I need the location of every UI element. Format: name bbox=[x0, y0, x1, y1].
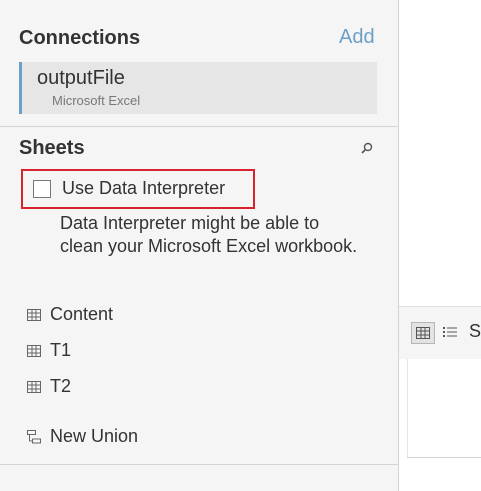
connections-title: Connections bbox=[19, 27, 141, 49]
sheet-label: Content bbox=[50, 304, 114, 324]
grid-icon bbox=[416, 327, 430, 339]
search-icon[interactable] bbox=[360, 141, 374, 155]
main-canvas: S bbox=[399, 0, 481, 491]
sheet-label: New Union bbox=[50, 426, 139, 446]
data-interpreter-highlight: Use Data Interpreter bbox=[21, 169, 255, 209]
use-data-interpreter-checkbox[interactable] bbox=[33, 180, 51, 198]
union-icon bbox=[27, 430, 41, 444]
list-view-icon[interactable] bbox=[443, 326, 457, 338]
sheet-label: T1 bbox=[50, 340, 72, 360]
connection-type: Microsoft Excel bbox=[52, 93, 141, 108]
use-data-interpreter-label[interactable]: Use Data Interpreter bbox=[62, 178, 225, 199]
sheet-label: T2 bbox=[50, 376, 72, 396]
toolbar-text-truncated: S bbox=[469, 321, 481, 341]
table-icon bbox=[27, 345, 41, 357]
data-source-sidebar: Connections Add outputFile Microsoft Exc… bbox=[0, 0, 399, 491]
grid-toolbar: S bbox=[399, 306, 481, 359]
sheets-title: Sheets bbox=[19, 137, 85, 159]
grid-border-bottom bbox=[407, 457, 481, 458]
grid-view-button[interactable] bbox=[411, 322, 435, 344]
connection-name: outputFile bbox=[37, 67, 125, 89]
connection-item-outputfile[interactable]: outputFile Microsoft Excel bbox=[19, 62, 377, 114]
table-icon bbox=[27, 381, 41, 393]
grid-border-left bbox=[407, 359, 408, 457]
section-divider bbox=[0, 126, 399, 127]
data-interpreter-description: Data Interpreter might be able to clean … bbox=[60, 213, 358, 256]
table-icon bbox=[27, 309, 41, 321]
add-connection-link[interactable]: Add bbox=[339, 26, 375, 49]
bottom-divider bbox=[0, 464, 399, 465]
